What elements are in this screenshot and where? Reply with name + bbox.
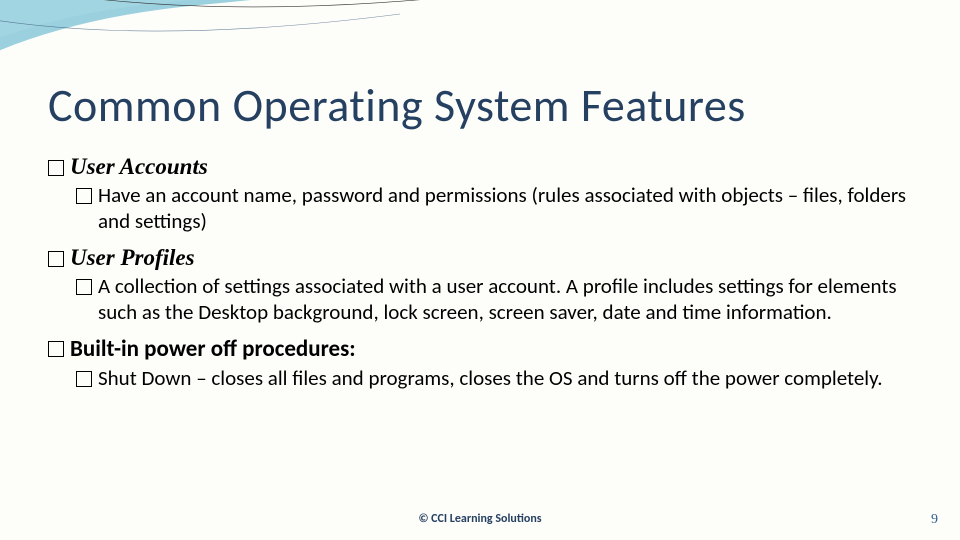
bullet-box	[48, 160, 64, 176]
heading-user-profiles: User Profiles	[70, 245, 195, 271]
bullet-box	[76, 188, 92, 204]
heading-power-off: Built-in power off procedures:	[70, 335, 356, 363]
footer-copyright: © CCI Learning Solutions	[0, 512, 960, 526]
body-text: Shut Down – closes all files and program…	[98, 365, 883, 391]
bullet-box	[76, 371, 92, 387]
body-text: Have an account name, password and permi…	[98, 182, 920, 235]
body-text: A collection of settings associated with…	[98, 273, 920, 326]
heading-user-accounts: User Accounts	[70, 154, 208, 180]
footer-page-number: 9	[931, 512, 938, 528]
slide-title: Common Operating System Features	[48, 78, 746, 134]
slide-body: User Accounts Have an account name, pass…	[48, 152, 920, 393]
bullet-box	[48, 251, 64, 267]
bullet-box	[48, 341, 64, 357]
bullet-box	[76, 279, 92, 295]
